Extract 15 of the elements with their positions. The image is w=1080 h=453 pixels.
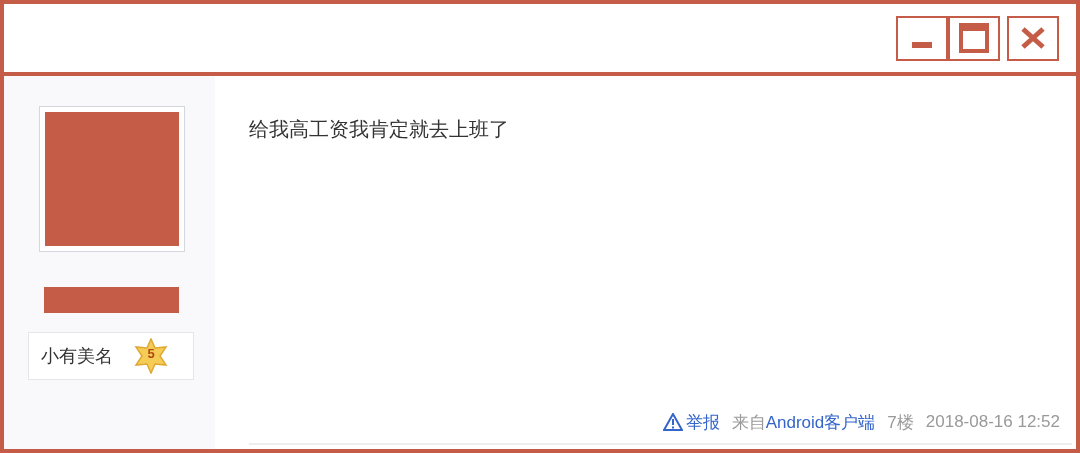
source-label: 来自 xyxy=(731,411,766,434)
post-text: 给我高工资我肯定就去上班了 xyxy=(249,117,510,142)
level-number: 5 xyxy=(146,346,156,361)
minimize-button[interactable] xyxy=(896,15,948,61)
report-link[interactable]: 举报 xyxy=(662,410,720,434)
close-icon xyxy=(1020,26,1046,50)
close-button[interactable] xyxy=(1007,15,1059,61)
floor-number: 7楼 xyxy=(887,411,914,434)
maximize-button[interactable] xyxy=(948,15,1000,61)
warning-icon xyxy=(662,413,683,431)
minimize-icon xyxy=(912,42,932,48)
maximize-icon xyxy=(959,23,989,53)
level-title: 小有美名 xyxy=(41,345,113,368)
post-time: 2018-08-16 12:52 xyxy=(925,412,1060,432)
client-link[interactable]: Android客户端 xyxy=(765,410,876,434)
